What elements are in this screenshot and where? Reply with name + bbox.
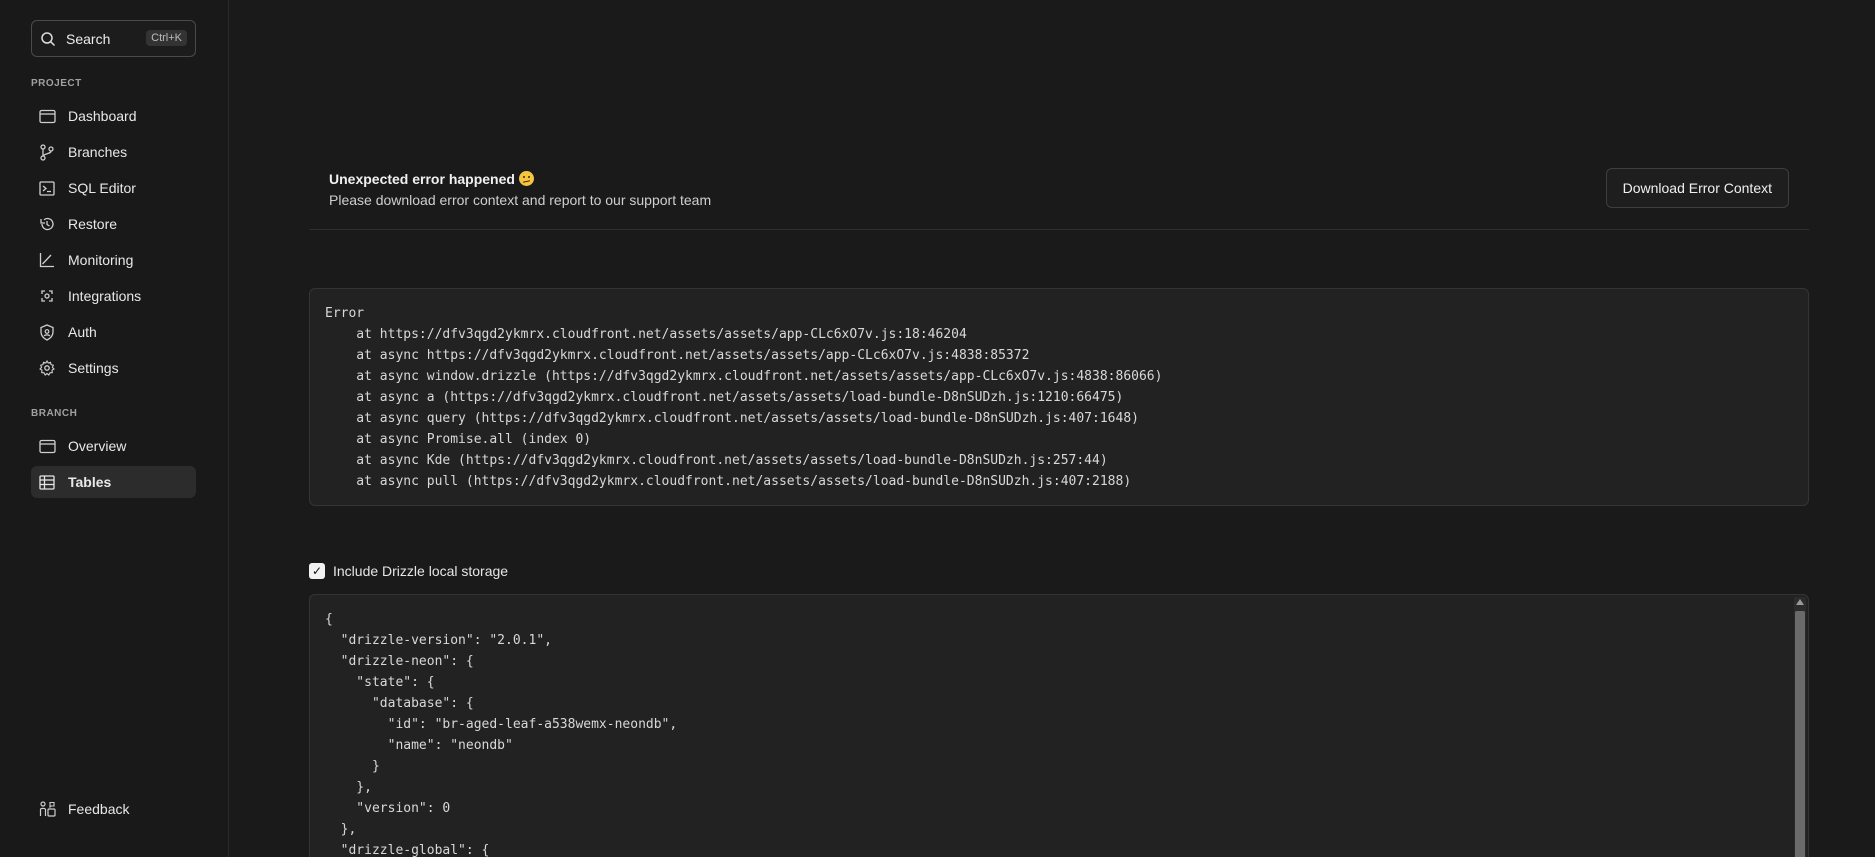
scrollbar-thumb[interactable] xyxy=(1795,611,1805,857)
include-storage-label: Include Drizzle local storage xyxy=(333,563,509,579)
sidebar-item-monitoring[interactable]: Monitoring xyxy=(31,244,196,276)
stack-trace-text: Error at https://dfv3qgd2ykmrx.cloudfron… xyxy=(325,306,1163,489)
sidebar-item-label: Dashboard xyxy=(68,108,137,124)
sidebar-item-dashboard[interactable]: Dashboard xyxy=(31,100,196,132)
feedback-label: Feedback xyxy=(68,801,130,817)
monitoring-icon xyxy=(38,251,56,269)
feedback-icon xyxy=(38,800,56,818)
dashboard-icon xyxy=(38,107,56,125)
integrations-icon xyxy=(38,287,56,305)
sidebar-item-label: Auth xyxy=(68,324,97,340)
sidebar-item-label: Overview xyxy=(68,438,127,454)
search-label: Search xyxy=(66,30,111,47)
auth-icon xyxy=(38,323,56,341)
error-title: Unexpected error happened xyxy=(329,171,534,187)
error-subtitle: Please download error context and report… xyxy=(329,192,712,208)
branches-icon xyxy=(38,143,56,161)
sidebar-item-integrations[interactable]: Integrations xyxy=(31,280,196,312)
branch-section-title: BRANCH xyxy=(31,408,78,419)
sidebar-item-label: Branches xyxy=(68,144,128,160)
scroll-up-arrow-icon[interactable] xyxy=(1796,599,1804,605)
sidebar-item-branches[interactable]: Branches xyxy=(31,136,196,168)
confused-face-icon xyxy=(518,171,534,186)
sidebar-item-auth[interactable]: Auth xyxy=(31,316,196,348)
json-scrollbar[interactable] xyxy=(1794,597,1806,857)
error-header: Unexpected error happened Please downloa… xyxy=(309,160,1809,230)
download-error-context-button[interactable]: Download Error Context xyxy=(1605,168,1789,208)
tables-icon xyxy=(38,473,56,491)
main-content: Unexpected error happened Please downloa… xyxy=(229,0,1875,857)
sidebar-item-overview[interactable]: Overview xyxy=(31,430,196,462)
sidebar-item-tables[interactable]: Tables xyxy=(31,466,196,498)
gear-icon xyxy=(38,359,56,377)
sidebar-item-label: Tables xyxy=(68,474,112,490)
local-storage-json-box[interactable]: { "drizzle-version": "2.0.1", "drizzle-n… xyxy=(309,594,1809,857)
sidebar-item-label: Integrations xyxy=(68,288,142,304)
sidebar-item-label: SQL Editor xyxy=(68,180,136,196)
project-section-title: PROJECT xyxy=(31,78,82,89)
sidebar-item-label: Settings xyxy=(68,360,119,376)
search-icon xyxy=(41,31,56,46)
include-storage-option[interactable]: ✓ Include Drizzle local storage xyxy=(309,563,508,579)
app-root: Search Ctrl+K PROJECT Dashboard Branches… xyxy=(0,0,1875,857)
search-button[interactable]: Search Ctrl+K xyxy=(31,20,196,57)
error-title-text: Unexpected error happened xyxy=(329,171,515,187)
search-shortcut: Ctrl+K xyxy=(146,30,187,46)
sidebar-item-restore[interactable]: Restore xyxy=(31,208,196,240)
sidebar-item-label: Restore xyxy=(68,216,118,232)
feedback-button[interactable]: Feedback xyxy=(31,793,196,825)
sidebar-item-sql-editor[interactable]: SQL Editor xyxy=(31,172,196,204)
sidebar: Search Ctrl+K PROJECT Dashboard Branches… xyxy=(0,0,229,857)
overview-icon xyxy=(38,437,56,455)
restore-icon xyxy=(38,215,56,233)
local-storage-json-text: { "drizzle-version": "2.0.1", "drizzle-n… xyxy=(325,612,678,857)
include-storage-checkbox[interactable]: ✓ xyxy=(309,563,325,579)
stack-trace-box: Error at https://dfv3qgd2ykmrx.cloudfron… xyxy=(309,288,1809,506)
sql-editor-icon xyxy=(38,179,56,197)
sidebar-item-label: Monitoring xyxy=(68,252,134,268)
sidebar-item-settings[interactable]: Settings xyxy=(31,352,196,384)
